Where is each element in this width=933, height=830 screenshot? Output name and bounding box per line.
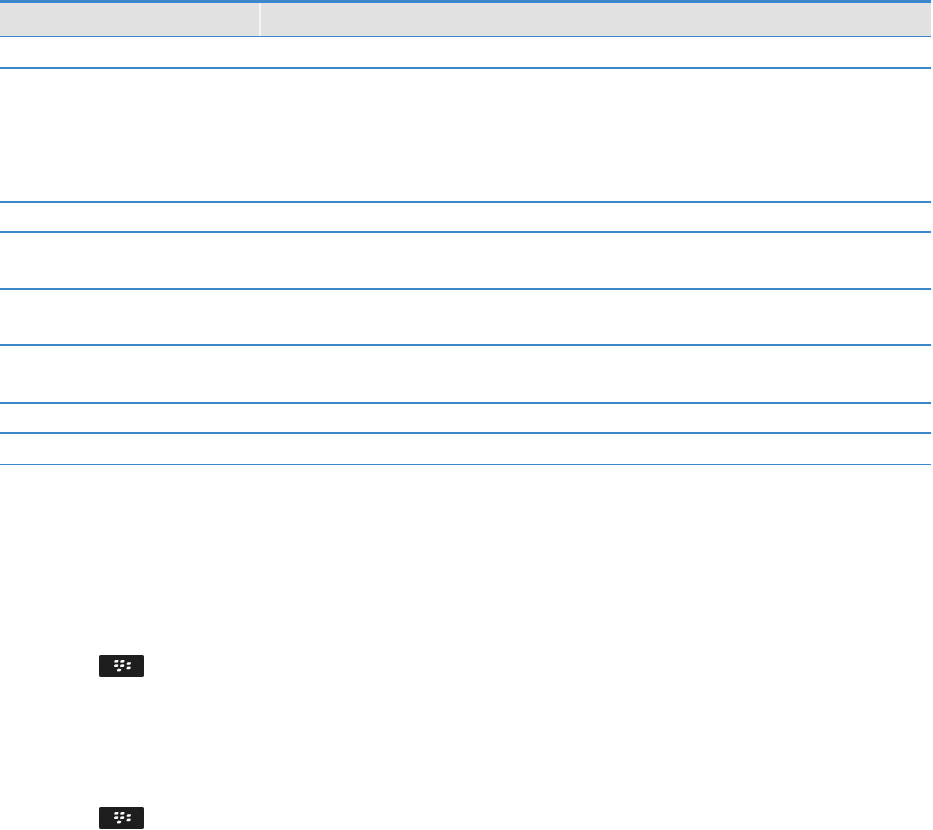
table-header-row: [0, 0, 931, 36]
table-row: [0, 290, 931, 344]
table-row: [0, 434, 931, 464]
blackberry-menu-key-icon: [99, 807, 144, 829]
table-header-cell: [0, 3, 259, 36]
table-row: [0, 203, 931, 231]
table-row: [0, 346, 931, 402]
blackberry-logo-icon: [114, 660, 131, 672]
blackberry-logo-icon: [114, 812, 131, 824]
table-header-cell: [261, 3, 931, 36]
table-row: [0, 69, 931, 201]
table-row: [0, 404, 931, 432]
table-row: [0, 233, 931, 289]
row-divider: [0, 464, 931, 465]
row-divider: [0, 36, 931, 37]
table-row: [0, 36, 931, 68]
blackberry-menu-key-icon: [99, 655, 144, 677]
